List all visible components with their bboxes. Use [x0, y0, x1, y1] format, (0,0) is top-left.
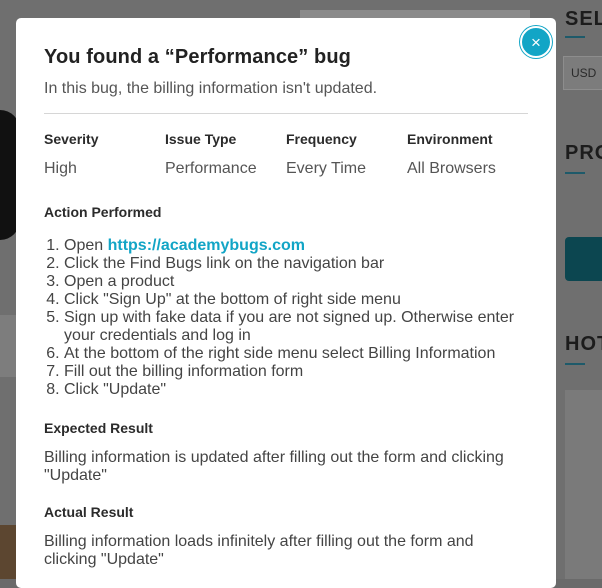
list-item: At the bottom of the right side menu sel…	[64, 345, 528, 363]
list-item: Open https://academybugs.com	[64, 237, 528, 255]
expected-result-text: Billing information is updated after fil…	[44, 449, 504, 484]
sidebar-button[interactable]	[565, 237, 602, 281]
list-item: Click the Find Bugs link on the navigati…	[64, 255, 528, 273]
academybugs-link[interactable]: https://academybugs.com	[108, 237, 305, 254]
actual-result-text: Billing information loads infinitely aft…	[44, 533, 474, 568]
severity-label: Severity	[44, 131, 99, 147]
bug-details-grid: Severity Issue Type Frequency Environmen…	[44, 131, 528, 178]
action-performed-heading: Action Performed	[44, 204, 162, 220]
issue-type-label: Issue Type	[165, 131, 237, 147]
list-item: Click "Update"	[64, 381, 528, 399]
environment-value: All Browsers	[407, 160, 496, 177]
modal-title: You found a “Performance” bug	[44, 46, 351, 68]
list-item: Click "Sign Up" at the bottom of right s…	[64, 291, 528, 309]
sidebar-title-pro: PRO	[565, 142, 602, 164]
modal-subtitle: In this bug, the billing information isn…	[44, 80, 378, 97]
frequency-label: Frequency	[286, 131, 357, 147]
close-button[interactable]: ×	[520, 26, 552, 58]
severity-value: High	[44, 160, 77, 177]
list-item: Fill out the billing information form	[64, 363, 528, 381]
environment-label: Environment	[407, 131, 493, 147]
step-text: Open	[64, 237, 108, 254]
sidebar-title-hot: HOT	[565, 333, 602, 355]
expected-result-heading: Expected Result	[44, 420, 153, 436]
sidebar-title-underline	[565, 172, 585, 174]
actual-result-heading: Actual Result	[44, 504, 134, 520]
bug-report-modal: You found a “Performance” bug In this bu…	[16, 18, 556, 588]
divider	[44, 113, 528, 114]
list-item: Open a product	[64, 273, 528, 291]
close-icon: ×	[531, 32, 541, 52]
background-header-strip	[300, 10, 530, 18]
sidebar-title-sel: SEL	[565, 8, 602, 30]
sidebar-title-underline	[565, 363, 585, 365]
sidebar-title-underline	[565, 36, 585, 38]
sidebar-card	[565, 390, 602, 579]
issue-type-value: Performance	[165, 160, 257, 177]
list-item: Sign up with fake data if you are not si…	[64, 309, 528, 345]
currency-select[interactable]: USD	[563, 56, 602, 90]
frequency-value: Every Time	[286, 160, 367, 177]
steps-list: Open https://academybugs.com Click the F…	[44, 237, 528, 399]
